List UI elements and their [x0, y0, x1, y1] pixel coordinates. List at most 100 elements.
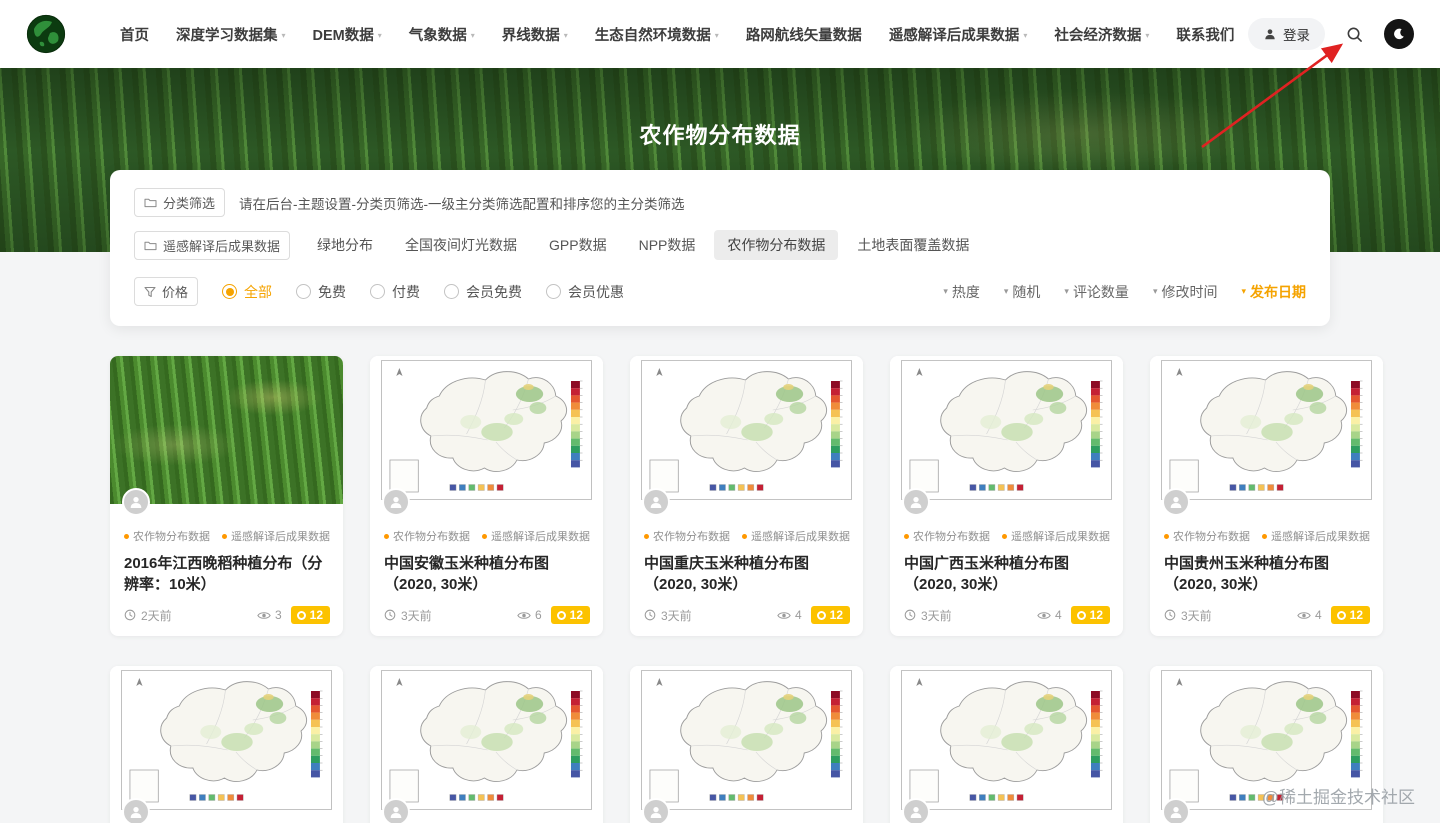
nav-item[interactable]: 深度学习数据集 ▾: [176, 24, 286, 45]
author-avatar[interactable]: [902, 798, 930, 823]
publish-time-label: 3天前: [661, 608, 692, 623]
price-option[interactable]: 会员免费: [444, 282, 522, 302]
nav-item-label: 首页: [120, 27, 149, 44]
dataset-card[interactable]: 农作物分布数据 遥感解译后成果数据 2016年江西晚稻种植分布（分辨率：10米） 2天…: [110, 356, 343, 636]
subcategory-link[interactable]: NPP数据: [626, 230, 709, 260]
category-tag[interactable]: 农作物分布数据: [384, 528, 470, 544]
author-avatar[interactable]: [1162, 488, 1190, 516]
author-avatar[interactable]: [382, 488, 410, 516]
card-thumbnail[interactable]: [630, 356, 863, 504]
category-tag[interactable]: 遥感解译后成果数据: [1262, 528, 1370, 544]
card-thumbnail[interactable]: [370, 666, 603, 814]
dataset-card[interactable]: 农作物分布数据 遥感解译后成果数据 中国安徽玉米种植分布图（2020, 30米） 3天…: [370, 356, 603, 636]
category-tag[interactable]: 遥感解译后成果数据: [1002, 528, 1110, 544]
card-thumbnail[interactable]: [110, 666, 343, 814]
price-option-label: 免费: [318, 283, 347, 300]
search-icon[interactable]: [1343, 23, 1366, 46]
chevron-down-icon: ▾: [377, 30, 382, 40]
category-tag[interactable]: 遥感解译后成果数据: [742, 528, 850, 544]
china-map-thumbnail: [370, 666, 603, 814]
person-icon: [390, 497, 402, 508]
dataset-card[interactable]: 农作物分布数据 遥感解译后成果数据中国重庆玉米种植分布图（2020, 30米） 3天…: [630, 356, 863, 636]
parent-category-badge[interactable]: 遥感解译后成果数据: [134, 230, 291, 260]
subcategory-link[interactable]: 绿地分布: [304, 230, 386, 260]
card-thumbnail[interactable]: [630, 666, 863, 814]
author-avatar[interactable]: [122, 488, 150, 516]
sort-option[interactable]: ▾ 热度: [943, 282, 980, 302]
nav-item[interactable]: 气象数据 ▾: [409, 24, 475, 45]
card-title[interactable]: 中国贵州玉米种植分布图（2020, 30米）: [1164, 553, 1370, 595]
tag-label: 遥感解译后成果数据: [1011, 531, 1110, 543]
sort-option[interactable]: ▾ 发布日期: [1241, 282, 1306, 302]
dataset-card[interactable]: 农作物分布数据 遥感解译后成果数据中国贵州玉米种植分布图（2020, 30米） 3天…: [1150, 356, 1383, 636]
login-button[interactable]: 登录: [1248, 18, 1325, 50]
nav-item[interactable]: 首页: [120, 24, 149, 45]
parent-category-label: 遥感解译后成果数据: [163, 238, 281, 254]
tag-label: 遥感解译后成果数据: [491, 531, 590, 543]
card-title[interactable]: 2016年江西晚稻种植分布（分辨率：10米）: [124, 553, 330, 595]
nav-item[interactable]: 生态自然环境数据 ▾: [595, 24, 719, 45]
subcategory-link[interactable]: 全国夜间灯光数据: [392, 230, 530, 260]
nav-item[interactable]: 联系我们: [1176, 24, 1234, 45]
tag-dot-icon: [124, 533, 129, 539]
person-icon: [390, 807, 402, 818]
radio-icon: [546, 284, 562, 299]
author-avatar[interactable]: [382, 798, 410, 823]
person-icon: [910, 497, 922, 508]
category-tag[interactable]: 农作物分布数据: [124, 528, 210, 544]
price-option[interactable]: 会员优惠: [546, 282, 624, 302]
category-tag[interactable]: 农作物分布数据: [1164, 528, 1250, 544]
dataset-card[interactable]: 农作物分布数据遥感解译后成果数据: [630, 666, 863, 823]
author-avatar[interactable]: [1162, 798, 1190, 823]
category-tag[interactable]: 农作物分布数据: [644, 528, 730, 544]
sort-option[interactable]: ▾ 修改时间: [1153, 282, 1218, 302]
card-body: 农作物分布数据 遥感解译后成果数据 中国安徽玉米种植分布图（2020, 30米） 3天…: [370, 504, 603, 636]
author-avatar[interactable]: [122, 798, 150, 823]
nav-item[interactable]: 路网航线矢量数据: [746, 24, 862, 45]
price-option[interactable]: 免费: [296, 282, 346, 302]
author-avatar[interactable]: [642, 798, 670, 823]
card-meta: 3天前 4 12: [644, 606, 850, 624]
nav-item[interactable]: 遥感解译后成果数据 ▾: [889, 24, 1028, 45]
top-navbar: 首页 深度学习数据集 ▾ DEM数据 ▾ 气象数据 ▾ 界线数据 ▾ 生态自然环境数据 ▾ 路网航线矢…: [0, 0, 1440, 68]
price-option[interactable]: 付费: [370, 282, 420, 302]
sort-option-label: 随机: [1012, 283, 1041, 300]
card-thumbnail[interactable]: [890, 666, 1123, 814]
nav-item[interactable]: 界线数据 ▾: [502, 24, 568, 45]
dataset-card[interactable]: 农作物分布数据 遥感解译后成果数据中国广西玉米种植分布图（2020, 30米） 3天…: [890, 356, 1123, 636]
publish-time: 3天前: [904, 607, 952, 624]
card-title[interactable]: 中国安徽玉米种植分布图（2020, 30米）: [384, 553, 590, 595]
category-tag[interactable]: 农作物分布数据: [904, 528, 990, 544]
category-filter-label: 分类筛选: [163, 196, 216, 211]
dataset-card[interactable]: 农作物分布数据遥感解译后成果数据: [890, 666, 1123, 823]
card-title[interactable]: 中国重庆玉米种植分布图（2020, 30米）: [644, 553, 850, 595]
theme-toggle-button[interactable]: [1384, 19, 1414, 49]
dataset-card[interactable]: 农作物分布数据遥感解译后成果数据: [370, 666, 603, 823]
card-thumbnail[interactable]: [890, 356, 1123, 504]
clock-icon: [644, 609, 656, 621]
subcategory-link[interactable]: GPP数据: [536, 230, 620, 260]
sort-option[interactable]: ▾ 评论数量: [1064, 282, 1129, 302]
card-thumbnail[interactable]: [370, 356, 603, 504]
card-title[interactable]: 中国广西玉米种植分布图（2020, 30米）: [904, 553, 1110, 595]
publish-time-label: 3天前: [1181, 608, 1212, 623]
subcategory-link[interactable]: 土地表面覆盖数据: [844, 230, 982, 260]
card-meta: 2天前 3 12: [124, 606, 330, 624]
nav-item[interactable]: DEM数据 ▾: [313, 24, 382, 45]
price-option[interactable]: 全部: [222, 282, 272, 302]
category-filter-row: 分类筛选 请在后台-主题设置-分类页筛选-一级主分类筛选配置和排序您的主分类筛选: [134, 188, 1306, 217]
sort-option[interactable]: ▾ 随机: [1004, 282, 1041, 302]
dataset-card[interactable]: 农作物分布数据遥感解译后成果数据: [110, 666, 343, 823]
card-thumbnail[interactable]: [110, 356, 343, 504]
view-count: 6: [517, 608, 542, 622]
subcategory-link[interactable]: 农作物分布数据: [714, 230, 839, 260]
category-tag[interactable]: 遥感解译后成果数据: [222, 528, 330, 544]
subcategory-list: 绿地分布 全国夜间灯光数据 GPP数据 NPP数据 农作物分布数据 土地表面覆盖数据: [304, 230, 982, 260]
nav-item[interactable]: 社会经济数据 ▾: [1054, 24, 1149, 45]
site-logo-icon[interactable]: [26, 14, 66, 54]
price-badge: 12: [1070, 606, 1110, 624]
author-avatar[interactable]: [642, 488, 670, 516]
category-tag[interactable]: 遥感解译后成果数据: [482, 528, 590, 544]
author-avatar[interactable]: [902, 488, 930, 516]
card-thumbnail[interactable]: [1150, 356, 1383, 504]
